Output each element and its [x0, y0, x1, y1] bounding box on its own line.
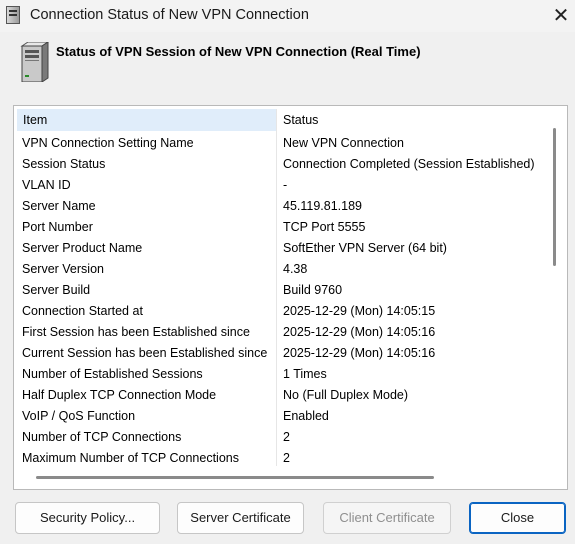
row-item-label: Server Build: [22, 283, 91, 297]
window-title: Connection Status of New VPN Connection: [30, 7, 309, 23]
security-policy-button[interactable]: Security Policy...: [15, 502, 160, 534]
session-status-title: Status of VPN Session of New VPN Connect…: [56, 44, 421, 59]
row-status-value: Connection Completed (Session Establishe…: [283, 157, 535, 171]
table-row[interactable]: Number of TCP Connections 2: [14, 427, 554, 448]
row-status-value: 1 Times: [283, 367, 327, 381]
row-item-label: Maximum Number of TCP Connections: [22, 451, 239, 465]
status-list[interactable]: Item Status VPN Connection Setting Name N…: [13, 105, 568, 490]
row-item-label: VLAN ID: [22, 178, 71, 192]
row-item-label: Connection Started at: [22, 304, 143, 318]
row-item-label: First Session has been Established since: [22, 325, 250, 339]
table-row[interactable]: Server Version 4.38: [14, 259, 554, 280]
row-item-label: Server Product Name: [22, 241, 143, 255]
row-status-value: Enabled: [283, 409, 329, 423]
row-item-label: Server Name: [22, 199, 96, 213]
list-rows: VPN Connection Setting Name New VPN Conne…: [14, 133, 554, 469]
table-row[interactable]: Number of Established Sessions 1 Times: [14, 364, 554, 385]
table-row[interactable]: VoIP / QoS Function Enabled: [14, 406, 554, 427]
table-row[interactable]: Maximum Number of TCP Connections 2: [14, 448, 554, 469]
list-header: Item Status: [14, 106, 567, 132]
table-row[interactable]: Half Duplex TCP Connection Mode No (Full …: [14, 385, 554, 406]
vertical-scrollbar[interactable]: [553, 128, 556, 266]
server-icon: [20, 42, 49, 82]
title-bar: Connection Status of New VPN Connection …: [0, 0, 575, 32]
column-header-status[interactable]: Status: [277, 109, 545, 131]
table-row[interactable]: Server Name 45.119.81.189: [14, 196, 554, 217]
client-certificate-button: Client Certificate: [323, 502, 451, 534]
close-window-icon[interactable]: ✕: [548, 3, 574, 29]
row-item-label: VoIP / QoS Function: [22, 409, 136, 423]
row-status-value: 2025-12-29 (Mon) 14:05:15: [283, 304, 436, 318]
row-item-label: Session Status: [22, 157, 106, 171]
table-row[interactable]: Server Build Build 9760: [14, 280, 554, 301]
row-item-label: VPN Connection Setting Name: [22, 136, 194, 150]
row-status-value: 45.119.81.189: [283, 199, 363, 213]
column-header-item[interactable]: Item: [17, 109, 276, 131]
row-item-label: Port Number: [22, 220, 93, 234]
row-item-label: Number of Established Sessions: [22, 367, 203, 381]
close-button[interactable]: Close: [469, 502, 566, 534]
row-status-value: 2025-12-29 (Mon) 14:05:16: [283, 346, 436, 360]
row-status-value: 2: [283, 430, 290, 444]
table-row[interactable]: Port Number TCP Port 5555: [14, 217, 554, 238]
row-status-value: New VPN Connection: [283, 136, 404, 150]
row-status-value: SoftEther VPN Server (64 bit): [283, 241, 447, 255]
row-item-label: Current Session has been Established sin…: [22, 346, 268, 360]
table-row[interactable]: Session Status Connection Completed (Sess…: [14, 154, 554, 175]
row-item-label: Number of TCP Connections: [22, 430, 182, 444]
app-icon: [6, 6, 20, 24]
table-row[interactable]: First Session has been Established since…: [14, 322, 554, 343]
row-status-value: 2: [283, 451, 290, 465]
row-status-value: 4.38: [283, 262, 308, 276]
server-certificate-button[interactable]: Server Certificate: [177, 502, 304, 534]
row-status-value: TCP Port 5555: [283, 220, 366, 234]
row-status-value: -: [283, 178, 288, 192]
row-item-label: Half Duplex TCP Connection Mode: [22, 388, 217, 402]
table-row[interactable]: VLAN ID -: [14, 175, 554, 196]
horizontal-scrollbar[interactable]: [36, 476, 434, 479]
table-row[interactable]: VPN Connection Setting Name New VPN Conne…: [14, 133, 554, 154]
table-row[interactable]: Connection Started at 2025-12-29 (Mon) 14…: [14, 301, 554, 322]
table-row[interactable]: Current Session has been Established sin…: [14, 343, 554, 364]
row-status-value: 2025-12-29 (Mon) 14:05:16: [283, 325, 436, 339]
row-item-label: Server Version: [22, 262, 104, 276]
row-status-value: Build 9760: [283, 283, 343, 297]
table-row[interactable]: Server Product Name SoftEther VPN Server …: [14, 238, 554, 259]
row-status-value: No (Full Duplex Mode): [283, 388, 409, 402]
status-header: Status of VPN Session of New VPN Connect…: [0, 32, 575, 92]
